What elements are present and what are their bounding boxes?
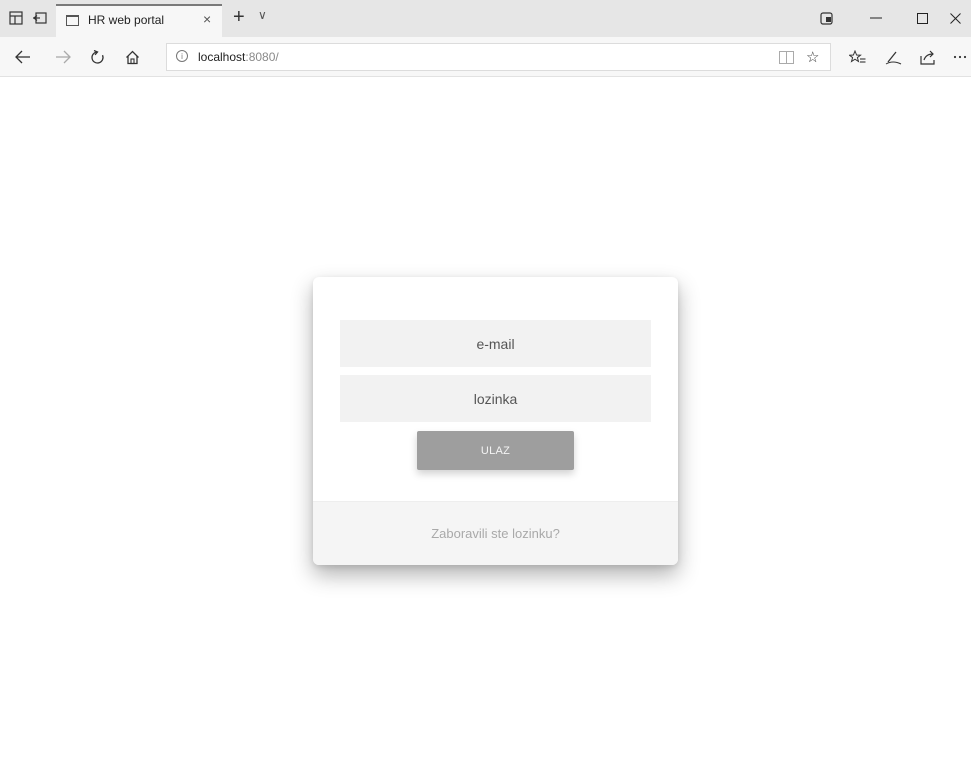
forward-arrow-icon[interactable] [52,47,74,67]
tab-strip: HR web portal × + ∨ [0,0,971,37]
more-ellipsis-icon[interactable] [950,47,970,67]
navigation-bar: i localhost:8080/ ☆ [0,37,971,77]
tab-list-chevron-icon[interactable]: ∨ [258,8,267,22]
reading-view-icon[interactable] [779,51,794,64]
email-field[interactable] [340,320,651,367]
star-icon[interactable]: ☆ [806,48,819,66]
login-card: ULAZ Zaboravili ste lozinku? [313,277,678,565]
back-arrow-icon[interactable] [12,47,34,67]
web-note-pen-icon[interactable] [882,47,904,67]
close-tab-icon[interactable]: × [203,11,211,27]
password-field[interactable] [340,375,651,422]
browser-tab[interactable]: HR web portal × [56,4,222,37]
close-window-button[interactable] [940,7,971,29]
login-button[interactable]: ULAZ [417,431,574,470]
minimize-button[interactable] [856,7,896,29]
card-footer: Zaboravili ste lozinku? [313,501,678,565]
set-aside-tabs-icon[interactable] [6,8,26,28]
url-text[interactable]: localhost:8080/ [198,50,279,64]
info-icon[interactable]: i [176,50,188,62]
favorites-list-icon[interactable] [846,47,868,67]
tab-title: HR web portal [88,13,165,27]
forgot-password-link[interactable]: Zaboravili ste lozinku? [313,526,678,541]
new-tab-icon[interactable]: + [233,5,245,29]
extension-icon[interactable] [806,7,846,29]
restore-tabs-icon[interactable] [30,8,50,28]
refresh-icon[interactable] [86,47,108,67]
maximize-button[interactable] [902,7,942,29]
address-bar[interactable]: i localhost:8080/ ☆ [166,43,831,71]
page-icon [66,15,79,26]
share-icon[interactable] [917,47,939,67]
home-icon[interactable] [121,47,143,67]
